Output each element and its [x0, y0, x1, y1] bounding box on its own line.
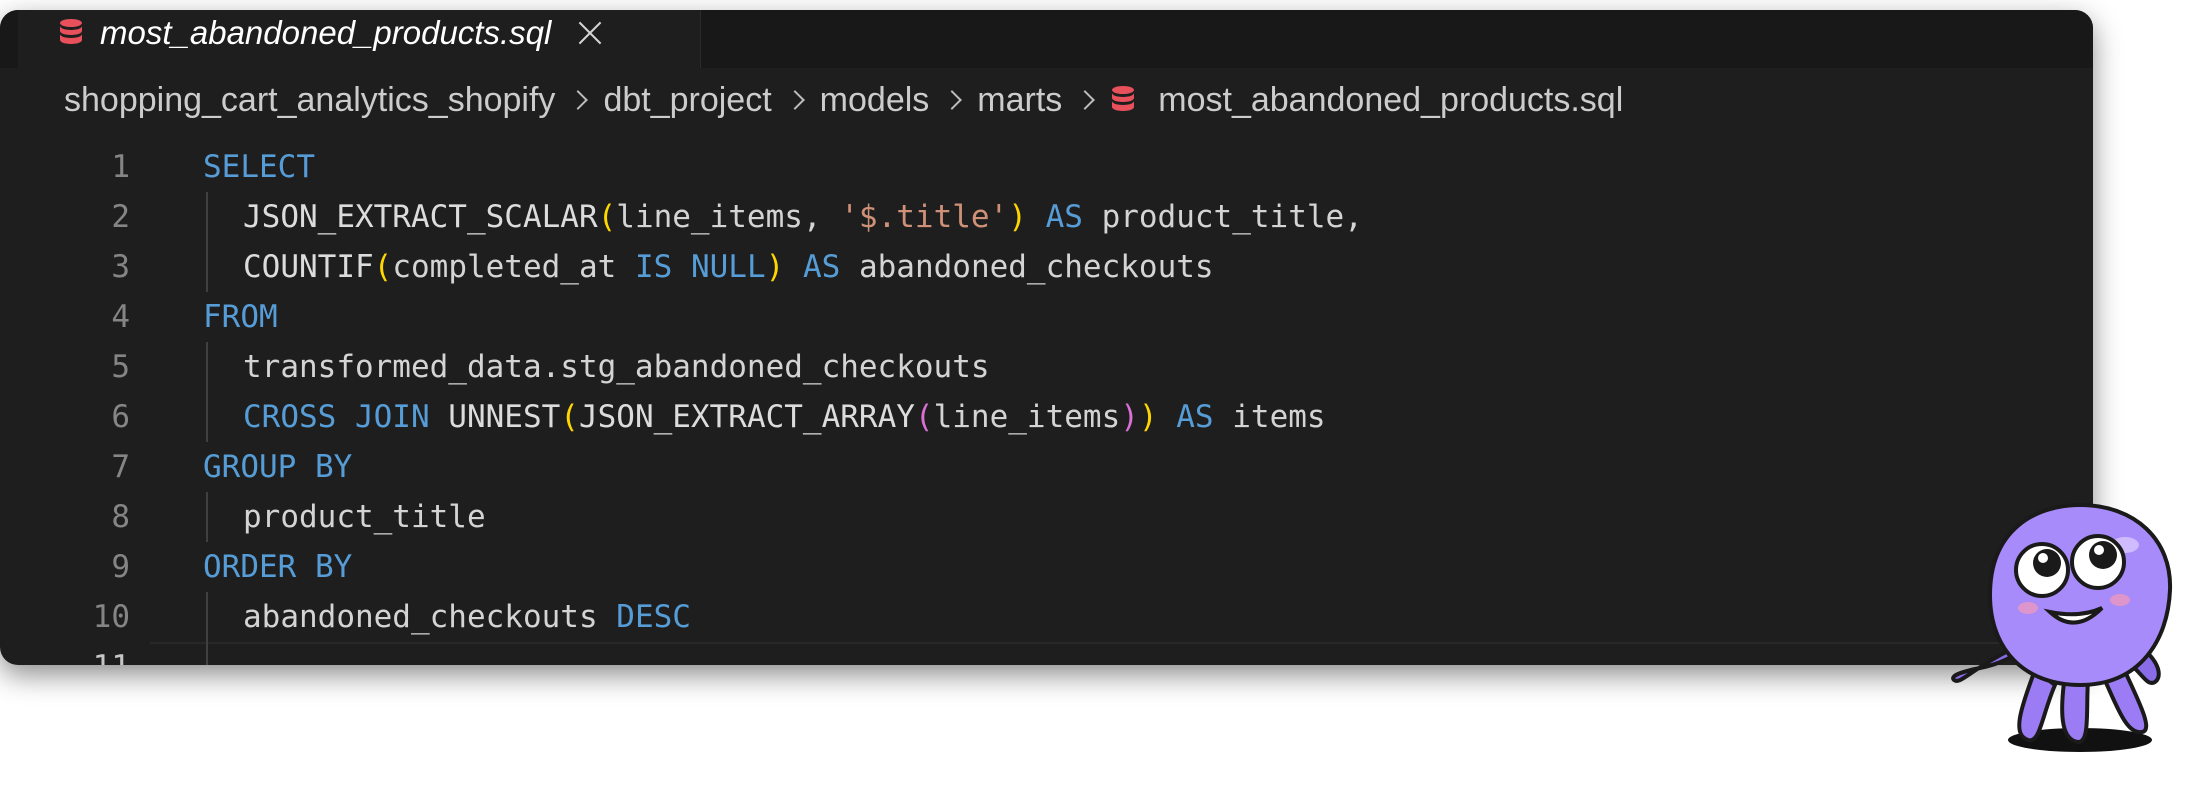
- breadcrumb-item-root[interactable]: shopping_cart_analytics_shopify: [64, 81, 555, 120]
- close-icon[interactable]: [577, 20, 603, 46]
- code-text[interactable]: product_title: [243, 492, 486, 542]
- code-text[interactable]: transformed_data.stg_abandoned_checkouts: [243, 342, 990, 392]
- editor-window: most_abandoned_products.sql shopping_car…: [0, 10, 2093, 665]
- chevron-right-icon: [1078, 93, 1092, 107]
- code-line: 4 FROM: [0, 292, 2093, 342]
- current-line-highlight: [150, 642, 2093, 665]
- octopus-mascot-icon: [1951, 502, 2173, 752]
- code-line: 10 abandoned_checkouts DESC: [0, 592, 2093, 642]
- database-icon: [60, 19, 82, 44]
- breadcrumb: shopping_cart_analytics_shopify dbt_proj…: [64, 78, 1623, 122]
- code-line: 8 product_title: [0, 492, 2093, 542]
- indent-guide: [206, 342, 208, 392]
- chevron-right-icon: [571, 93, 585, 107]
- code-text[interactable]: SELECT: [203, 142, 315, 192]
- tab-bar: most_abandoned_products.sql: [0, 10, 2093, 68]
- tab-most-abandoned-products[interactable]: most_abandoned_products.sql: [18, 10, 701, 68]
- code-text[interactable]: COUNTIF(completed_at IS NULL) AS abandon…: [243, 242, 1214, 292]
- tab-label: most_abandoned_products.sql: [100, 14, 552, 51]
- indent-guide: [206, 492, 208, 542]
- code-text[interactable]: abandoned_checkouts DESC: [243, 592, 691, 642]
- breadcrumb-item-models[interactable]: models: [820, 81, 930, 120]
- indent-guide: [206, 392, 208, 442]
- code-line: 6 CROSS JOIN UNNEST(JSON_EXTRACT_ARRAY(l…: [0, 392, 2093, 442]
- chevron-right-icon: [788, 93, 802, 107]
- code-text[interactable]: ORDER BY: [203, 542, 352, 592]
- line-number: 3: [111, 249, 130, 285]
- indent-guide: [206, 592, 208, 642]
- line-number: 7: [111, 449, 130, 485]
- line-number: 9: [111, 549, 130, 585]
- code-line-current: 11: [0, 642, 2093, 665]
- database-icon: [1112, 86, 1135, 111]
- breadcrumb-item-dbt-project[interactable]: dbt_project: [603, 81, 771, 120]
- line-number: 2: [111, 199, 130, 235]
- chevron-right-icon: [945, 93, 959, 107]
- line-number: 1: [111, 149, 130, 185]
- indent-guide: [206, 192, 208, 242]
- breadcrumb-item-file[interactable]: most_abandoned_products.sql: [1110, 81, 1623, 120]
- line-number: 6: [111, 399, 130, 435]
- code-line: 9 ORDER BY: [0, 542, 2093, 592]
- code-text[interactable]: FROM: [203, 292, 278, 342]
- code-line: 1 SELECT: [0, 142, 2093, 192]
- line-number: 5: [111, 349, 130, 385]
- breadcrumb-file-label: most_abandoned_products.sql: [1158, 80, 1624, 119]
- code-line: 5 transformed_data.stg_abandoned_checkou…: [0, 342, 2093, 392]
- code-text[interactable]: CROSS JOIN UNNEST(JSON_EXTRACT_ARRAY(lin…: [243, 392, 1326, 442]
- line-number: 11: [0, 642, 130, 665]
- code-line: 2 JSON_EXTRACT_SCALAR(line_items, '$.tit…: [0, 192, 2093, 242]
- indent-guide: [206, 242, 208, 292]
- code-editor[interactable]: 1 SELECT 2 JSON_EXTRACT_SCALAR(line_item…: [0, 142, 2093, 665]
- code-text[interactable]: GROUP BY: [203, 442, 352, 492]
- line-number: 4: [111, 299, 130, 335]
- breadcrumb-item-marts[interactable]: marts: [977, 81, 1062, 120]
- code-text[interactable]: JSON_EXTRACT_SCALAR(line_items, '$.title…: [243, 192, 1363, 242]
- code-line: 3 COUNTIF(completed_at IS NULL) AS aband…: [0, 242, 2093, 292]
- line-number: 10: [92, 599, 130, 635]
- line-number: 8: [111, 499, 130, 535]
- indent-guide: [206, 642, 208, 665]
- code-line: 7 GROUP BY: [0, 442, 2093, 492]
